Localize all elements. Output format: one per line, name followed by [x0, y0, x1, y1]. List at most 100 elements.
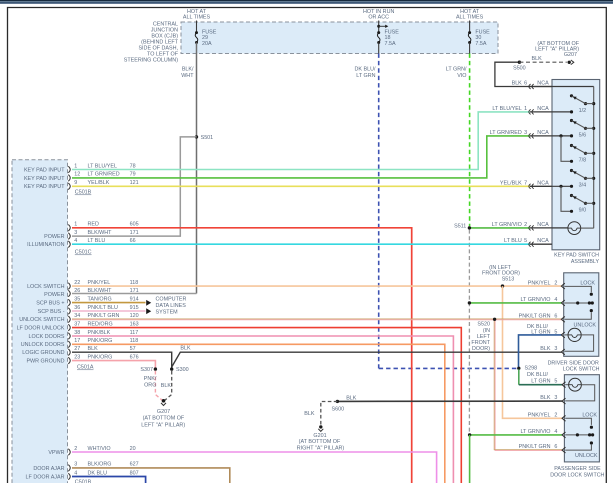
svg-text:2: 2 — [524, 222, 527, 228]
svg-text:LT BLU/YEL: LT BLU/YEL — [88, 163, 117, 169]
svg-text:LT GRN: LT GRN — [531, 379, 550, 385]
svg-text:NCA: NCA — [537, 238, 549, 244]
svg-text:LT GRN/RED: LT GRN/RED — [490, 130, 522, 136]
svg-text:VPWR: VPWR — [48, 450, 64, 456]
svg-text:7.5A: 7.5A — [475, 41, 486, 47]
svg-text:RED: RED — [88, 222, 99, 228]
svg-text:PNK/LT GRN: PNK/LT GRN — [519, 314, 551, 320]
svg-text:DATA LINES: DATA LINES — [156, 303, 187, 309]
svg-text:676: 676 — [130, 354, 139, 360]
svg-text:VIO: VIO — [457, 73, 466, 79]
svg-text:PNK/LT GRN: PNK/LT GRN — [519, 444, 551, 450]
svg-text:LT BLU: LT BLU — [504, 238, 522, 244]
svg-text:20A: 20A — [202, 41, 212, 47]
svg-text:3: 3 — [554, 346, 557, 352]
svg-text:PNK/YEL: PNK/YEL — [88, 280, 111, 286]
svg-text:BLK: BLK — [304, 411, 315, 417]
svg-text:BLK/WHT: BLK/WHT — [88, 230, 113, 236]
svg-text:78: 78 — [130, 163, 136, 169]
svg-text:BLK: BLK — [540, 395, 551, 401]
svg-text:G207: G207 — [564, 52, 577, 58]
svg-text:BLK: BLK — [180, 345, 191, 351]
svg-text:C501C: C501C — [75, 250, 92, 256]
svg-text:BLK: BLK — [531, 56, 542, 62]
svg-text:23: 23 — [74, 354, 80, 360]
svg-text:BLK: BLK — [88, 346, 99, 352]
svg-text:20: 20 — [130, 446, 136, 452]
svg-text:NCA: NCA — [537, 106, 549, 112]
svg-text:ORG: ORG — [144, 383, 156, 389]
svg-text:LOCK: LOCK — [580, 281, 595, 287]
svg-text:5: 5 — [554, 329, 557, 335]
svg-text:163: 163 — [130, 321, 139, 327]
svg-text:12: 12 — [74, 172, 80, 178]
svg-text:YEL/BLK: YEL/BLK — [500, 180, 522, 186]
svg-text:ASSEMBLY: ASSEMBLY — [571, 259, 600, 265]
svg-text:4: 4 — [74, 470, 77, 476]
svg-text:1: 1 — [524, 106, 527, 112]
svg-text:LEFT "A" PILLAR): LEFT "A" PILLAR) — [141, 422, 185, 428]
svg-text:KEY PAD SWITCH: KEY PAD SWITCH — [554, 253, 599, 259]
svg-text:LT GRN/: LT GRN/ — [446, 67, 467, 73]
svg-text:LEFT: LEFT — [477, 334, 491, 340]
svg-text:SCP BUS +: SCP BUS + — [36, 301, 64, 307]
svg-text:LOCK: LOCK — [582, 413, 597, 419]
svg-text:UNLOCK DOORS: UNLOCK DOORS — [21, 342, 65, 348]
svg-text:2: 2 — [74, 446, 77, 452]
svg-text:KEY PAD INPUT: KEY PAD INPUT — [24, 184, 65, 190]
svg-text:7/8: 7/8 — [579, 158, 587, 164]
svg-text:COMPUTER: COMPUTER — [156, 297, 187, 303]
svg-text:KEY PAD INPUT: KEY PAD INPUT — [24, 176, 65, 182]
svg-text:ALL TIMES: ALL TIMES — [183, 14, 211, 20]
svg-text:807: 807 — [130, 470, 139, 476]
svg-text:SYSTEM: SYSTEM — [156, 310, 179, 316]
svg-text:PNK/LT GRN: PNK/LT GRN — [88, 313, 120, 319]
svg-text:LOCK SWITCH: LOCK SWITCH — [563, 366, 600, 372]
svg-text:S307: S307 — [140, 367, 153, 373]
svg-text:DOOR LOCK SWITCH: DOOR LOCK SWITCH — [550, 472, 604, 478]
svg-text:LOGIC GROUND: LOGIC GROUND — [22, 350, 64, 356]
svg-text:117: 117 — [130, 330, 139, 336]
svg-text:BLK: BLK — [512, 81, 523, 87]
svg-text:OR ACC: OR ACC — [368, 14, 389, 20]
svg-text:1/2: 1/2 — [579, 108, 587, 114]
svg-text:4: 4 — [554, 297, 557, 303]
svg-text:5/6: 5/6 — [579, 133, 587, 139]
svg-text:BLK: BLK — [161, 383, 172, 389]
svg-text:TAN/ORG: TAN/ORG — [88, 296, 112, 302]
svg-text:26: 26 — [74, 288, 80, 294]
svg-text:RIGHT "A" PILLAR): RIGHT "A" PILLAR) — [297, 446, 345, 452]
svg-text:3: 3 — [524, 130, 527, 136]
svg-text:S513: S513 — [502, 276, 515, 282]
svg-text:POWER: POWER — [44, 234, 64, 240]
svg-text:NCA: NCA — [537, 222, 549, 228]
svg-text:914: 914 — [130, 296, 139, 302]
svg-text:PNK/ORG: PNK/ORG — [88, 354, 113, 360]
svg-text:605: 605 — [130, 222, 139, 228]
svg-text:118: 118 — [130, 280, 139, 286]
svg-text:34: 34 — [74, 313, 80, 319]
svg-text:1: 1 — [74, 222, 77, 228]
svg-text:LT GRN/VIO: LT GRN/VIO — [520, 429, 550, 435]
svg-text:5: 5 — [554, 379, 557, 385]
svg-text:BLK/: BLK/ — [182, 67, 194, 73]
svg-text:2: 2 — [554, 412, 557, 418]
svg-text:S298: S298 — [525, 366, 538, 372]
svg-text:WHT: WHT — [181, 73, 194, 79]
svg-text:S511: S511 — [454, 223, 466, 229]
svg-text:DK BLU/: DK BLU/ — [527, 372, 548, 378]
svg-text:LT GRN/VIO: LT GRN/VIO — [492, 222, 522, 228]
svg-text:37: 37 — [74, 321, 80, 327]
svg-text:35: 35 — [74, 296, 80, 302]
svg-text:UNLOCK: UNLOCK — [574, 323, 597, 329]
svg-text:PNK/BLK: PNK/BLK — [88, 330, 111, 336]
svg-text:27: 27 — [74, 346, 80, 352]
svg-text:2: 2 — [554, 280, 557, 286]
svg-text:S500: S500 — [513, 66, 526, 72]
svg-text:DOOR AJAR: DOOR AJAR — [33, 466, 64, 472]
svg-text:YEL/BLK: YEL/BLK — [88, 180, 110, 186]
svg-text:NCA: NCA — [537, 180, 549, 186]
svg-text:(AT BOTTOM OF: (AT BOTTOM OF — [143, 416, 185, 422]
svg-text:S600: S600 — [332, 407, 345, 413]
svg-text:118: 118 — [130, 338, 139, 344]
